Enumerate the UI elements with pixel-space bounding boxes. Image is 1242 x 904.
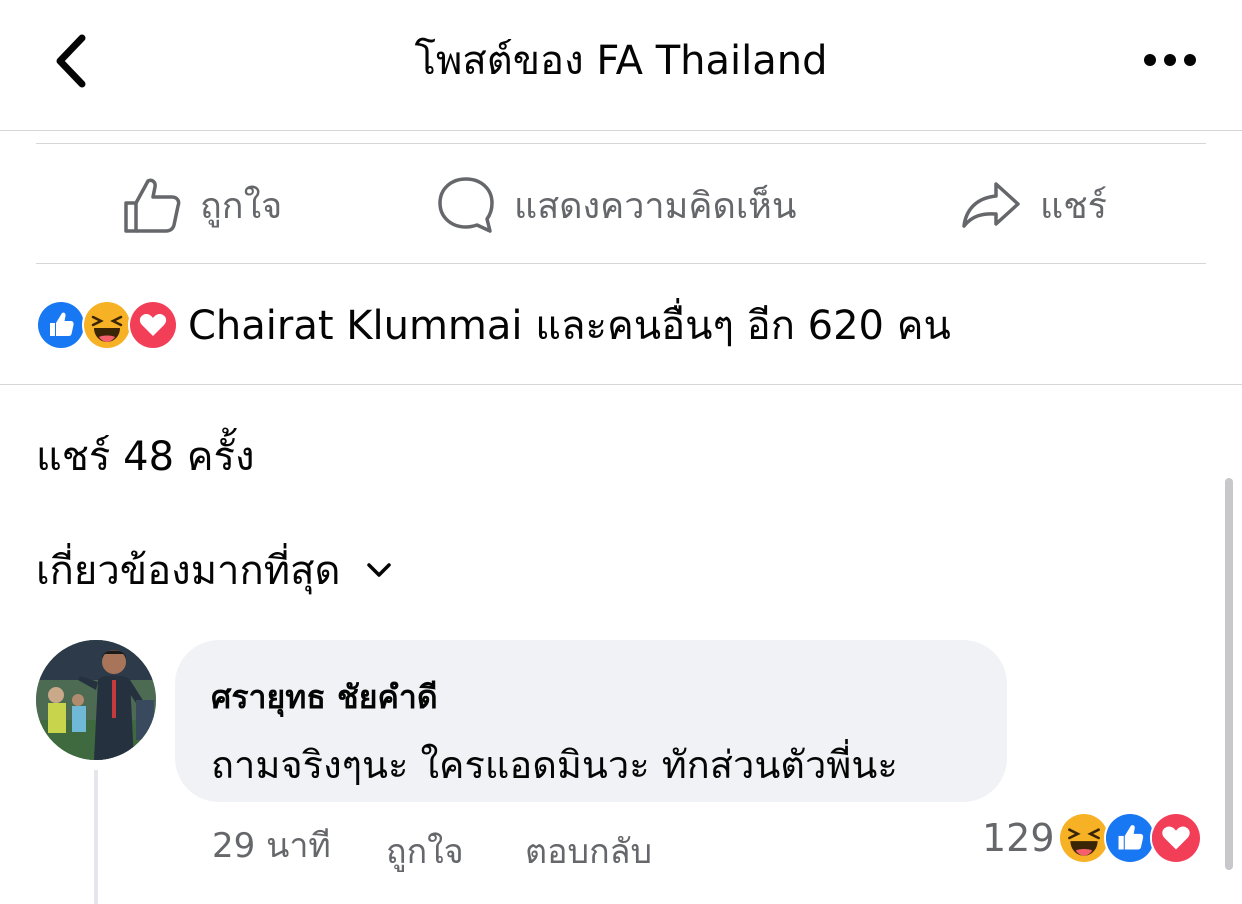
share-button[interactable]: แชร์ <box>960 172 1107 238</box>
scrollbar[interactable] <box>1225 478 1233 870</box>
thumbs-up-icon <box>124 178 181 233</box>
comment-text: ถามจริงๆนะ ใครแอดมินวะ ทักส่วนตัวพี่นะ <box>211 743 898 787</box>
reply-thread-line <box>94 770 98 904</box>
share-label: แชร์ <box>1040 185 1107 227</box>
comment-button[interactable]: แสดงความคิดเห็น <box>436 172 796 238</box>
like-reaction-icon <box>1104 812 1156 864</box>
like-button[interactable]: ถูกใจ <box>122 172 282 238</box>
haha-reaction-icon <box>82 300 132 350</box>
more-dots-icon <box>1144 54 1196 66</box>
reactions-summary-text: Chairat Klummai และคนอื่นๆ อีก 620 คน <box>188 303 951 349</box>
comment-reaction-count: 129 <box>982 816 1055 860</box>
avatar-photo <box>36 640 156 760</box>
chevron-down-icon <box>366 563 391 577</box>
love-reaction-icon <box>128 300 178 350</box>
comment-bubble-icon <box>438 177 494 233</box>
comment-like-button[interactable]: ถูกใจ <box>386 824 464 874</box>
more-options-button[interactable] <box>1140 48 1200 72</box>
top-nav-bar: โพสต์ของ FA Thailand <box>0 0 1242 131</box>
haha-reaction-icon <box>1058 812 1110 864</box>
comment-bubble: ศรายุทธ ชัยคำดี ถามจริงๆนะ ใครแอดมินวะ ท… <box>175 640 1007 802</box>
post-screen: โพสต์ของ FA Thailand ถูกใจ แสดงความคิดเห… <box>0 0 1242 904</box>
avatar[interactable] <box>36 640 156 760</box>
comment-reply-button[interactable]: ตอบกลับ <box>525 824 652 874</box>
sort-label: เกี่ยวข้องมากที่สุด <box>36 548 341 594</box>
share-arrow-icon <box>962 182 1020 228</box>
reactions-summary[interactable]: Chairat Klummai และคนอื่นๆ อีก 620 คน <box>36 292 951 358</box>
share-count[interactable]: แชร์ 48 ครั้ง <box>36 424 255 488</box>
like-label: ถูกใจ <box>200 185 283 227</box>
section-divider <box>0 384 1242 385</box>
like-reaction-icon <box>36 300 86 350</box>
comment-author-name[interactable]: ศรายุทธ ชัยคำดี <box>211 672 438 723</box>
page-title: โพสต์ของ FA Thailand <box>414 38 828 84</box>
comment-timestamp: 29 นาที <box>212 826 331 866</box>
post-action-bar: ถูกใจ แสดงความคิดเห็น แชร์ <box>36 143 1206 264</box>
love-reaction-icon <box>1150 812 1202 864</box>
comment-reactions[interactable] <box>1058 812 1202 864</box>
comment-label: แสดงความคิดเห็น <box>514 185 797 227</box>
comment-sort-dropdown[interactable]: เกี่ยวข้องมากที่สุด <box>36 540 393 600</box>
